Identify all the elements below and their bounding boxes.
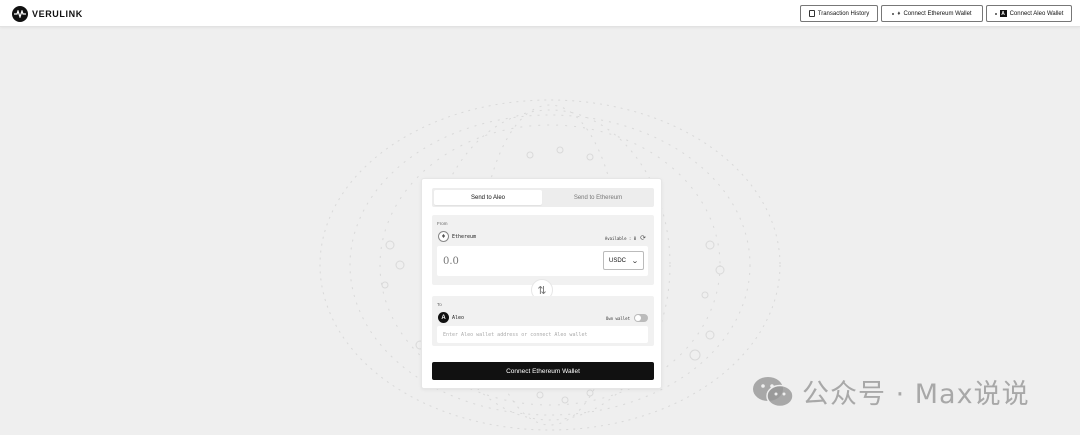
tab-send-to-aleo[interactable]: Send to Aleo	[434, 190, 542, 205]
tab-send-to-ethereum[interactable]: Send to Ethereum	[544, 190, 652, 205]
refresh-icon[interactable]: ⟳	[640, 234, 646, 242]
to-chain: A Aleo	[438, 312, 464, 323]
from-chain-name: Ethereum	[452, 233, 477, 240]
status-dot-icon	[892, 12, 895, 15]
own-wallet-label: Own wallet	[605, 315, 630, 321]
address-box	[437, 326, 648, 343]
to-panel: To A Aleo Own wallet	[432, 296, 654, 346]
bridge-card: Send to Aleo Send to Ethereum From ♦ Eth…	[421, 178, 662, 389]
watermark: 公众号 · Max说说	[752, 372, 1030, 411]
direction-tabs: Send to Aleo Send to Ethereum	[432, 188, 654, 207]
status-dot-icon	[994, 12, 997, 15]
connect-ethereum-wallet-button[interactable]: Connect Ethereum Wallet	[432, 362, 654, 380]
amount-input[interactable]	[443, 252, 593, 270]
transaction-history-button[interactable]: Transaction History	[800, 5, 878, 22]
watermark-text: 公众号 · Max说说	[802, 379, 1030, 410]
brand-name: VERULINK	[32, 9, 83, 19]
verulink-logo-icon	[12, 6, 28, 22]
from-label: From	[437, 221, 448, 226]
own-wallet-toggle[interactable]	[634, 314, 648, 322]
toggle-knob	[635, 315, 641, 321]
ethereum-icon: ♦	[438, 231, 449, 242]
connect-aleo-label: Connect Aleo Wallet	[1009, 10, 1064, 17]
chevron-down-icon: ⌄	[631, 257, 639, 265]
available-balance: Available : 0 ⟳	[605, 234, 646, 242]
connect-ethereum-wallet-header-button[interactable]: ♦ Connect Ethereum Wallet	[881, 5, 983, 22]
brand[interactable]: VERULINK	[12, 6, 83, 22]
amount-box: USDC ⌄	[437, 246, 648, 276]
from-panel: From ♦ Ethereum Available : 0 ⟳ USDC ⌄	[432, 215, 654, 285]
document-icon	[808, 10, 815, 17]
available-balance-text: Available : 0	[604, 235, 637, 241]
token-select-value: USDC	[609, 257, 627, 264]
wechat-icon	[753, 376, 794, 407]
aleo-address-input[interactable]	[443, 328, 643, 341]
transaction-history-label: Transaction History	[817, 10, 870, 17]
own-wallet-control: Own wallet	[606, 314, 648, 322]
connect-aleo-wallet-header-button[interactable]: A Connect Aleo Wallet	[986, 5, 1072, 22]
aleo-icon: A	[999, 10, 1007, 17]
to-chain-name: Aleo	[452, 314, 465, 321]
from-chain: ♦ Ethereum	[438, 231, 476, 242]
top-navbar: VERULINK Transaction History ♦ Connect E…	[0, 0, 1080, 27]
swap-arrows-icon: ⇅	[537, 284, 547, 297]
token-select[interactable]: USDC ⌄	[603, 251, 644, 270]
aleo-icon: A	[438, 312, 449, 323]
ethereum-icon: ♦	[897, 10, 901, 17]
to-label: To	[437, 302, 442, 307]
connect-ethereum-label: Connect Ethereum Wallet	[903, 10, 972, 17]
